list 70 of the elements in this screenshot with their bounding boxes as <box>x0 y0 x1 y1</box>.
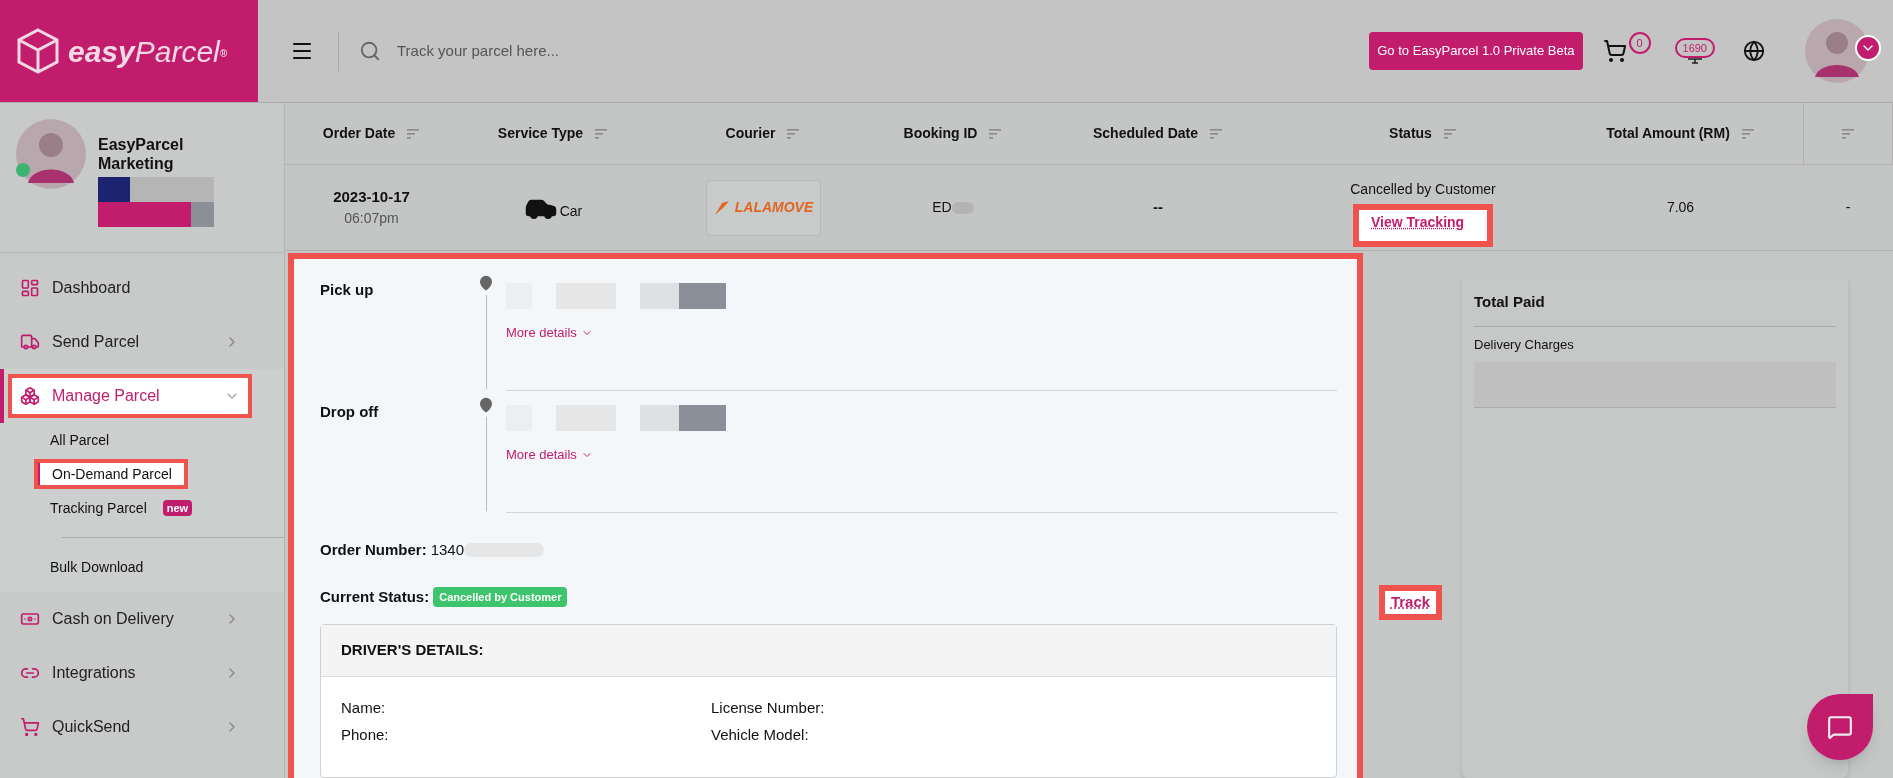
map-pin-icon <box>478 397 494 413</box>
column-header: Status <box>1389 124 1432 143</box>
bird-icon <box>712 198 731 217</box>
monitor-stand-icon <box>1686 58 1703 64</box>
chevron-badge[interactable] <box>1855 35 1881 61</box>
sub-nav-item[interactable]: Tracking Parcel <box>38 497 159 519</box>
total-amount: 7.06 <box>1666 198 1695 217</box>
sort-icon[interactable] <box>1443 128 1456 139</box>
order-number-label: Order Number: <box>320 540 427 560</box>
nav-item[interactable]: Integrations <box>12 655 248 691</box>
scheduled-date: -- <box>1153 197 1163 218</box>
column-header: Courier <box>725 124 776 143</box>
chat-icon <box>1827 714 1853 740</box>
dashboard-icon <box>20 278 40 298</box>
chat-button[interactable] <box>1807 694 1873 760</box>
column-header: Total Amount (RM) <box>1606 124 1730 143</box>
booking-id: ED <box>932 198 952 217</box>
map-pin-icon <box>478 275 494 291</box>
sort-icon[interactable] <box>1210 128 1222 139</box>
stop-label: Pick up <box>320 280 375 300</box>
status-text: Cancelled by Customer <box>1350 179 1496 199</box>
courier-logo: LALAMOVE <box>705 179 821 236</box>
order-date: 2023-10-17 <box>333 186 410 207</box>
charge-label: Delivery Charges <box>1474 335 1575 354</box>
nav-item[interactable]: Cash on Delivery <box>12 601 248 637</box>
driver-field-label: Name: <box>341 698 387 718</box>
avatar[interactable] <box>1805 19 1869 83</box>
search-icon <box>359 40 381 62</box>
driver-field-label: Vehicle Model: <box>711 724 810 745</box>
sub-nav-item[interactable]: Bulk Download <box>38 556 156 578</box>
column-header: Order Date <box>322 124 396 143</box>
beta-button[interactable]: Go to EasyParcel 1.0 Private Beta <box>1369 32 1583 70</box>
sort-icon[interactable] <box>1741 128 1754 139</box>
order-time: 06:07pm <box>344 209 399 229</box>
cart-count: 0 <box>1628 32 1651 54</box>
new-badge: new <box>162 499 193 517</box>
more-details-link[interactable]: More details <box>506 445 1337 465</box>
cart-icon <box>20 717 40 737</box>
boxes-icon <box>20 386 40 406</box>
sub-nav-item[interactable]: All Parcel <box>38 429 122 451</box>
service-type: Car <box>559 202 583 221</box>
logo-text: easyParcel$^{®}$ <box>68 33 228 70</box>
sort-icon[interactable] <box>595 128 608 139</box>
driver-field-label: License Number: <box>711 698 826 718</box>
summary-title: Total Paid <box>1474 291 1836 327</box>
column-header: Scheduled Date <box>1093 124 1198 143</box>
stop-label: Drop off <box>320 402 380 422</box>
sort-icon[interactable] <box>407 128 420 139</box>
globe-icon[interactable] <box>1743 40 1765 62</box>
sort-icon[interactable] <box>787 128 800 139</box>
sort-icon[interactable] <box>1842 128 1854 139</box>
nav-item[interactable]: Dashboard <box>12 270 248 306</box>
current-status-label: Current Status: <box>320 586 430 607</box>
order-number-value: 1340 <box>430 540 465 560</box>
driver-field-label: Phone: <box>341 724 390 745</box>
column-header: Service Type <box>497 124 584 143</box>
table-cell-text: - <box>1845 198 1851 217</box>
truck-icon <box>20 332 40 352</box>
cart-icon[interactable] <box>1602 39 1627 63</box>
avatar <box>16 119 86 189</box>
nav-item[interactable]: QuickSend <box>12 709 248 745</box>
more-details-link[interactable]: More details <box>506 323 1337 343</box>
profile-name: EasyParcel Marketing <box>98 135 185 173</box>
box-icon <box>16 27 60 75</box>
driver-card-title: DRIVER'S DETAILS: <box>341 640 484 661</box>
column-header: Booking ID <box>903 124 978 143</box>
status-badge: Cancelled by Customer <box>433 586 568 607</box>
nav-item[interactable]: Send Parcel <box>12 324 248 360</box>
logo-banner[interactable]: easyParcel$^{®}$ <box>0 0 258 102</box>
sort-icon[interactable] <box>989 128 1002 139</box>
